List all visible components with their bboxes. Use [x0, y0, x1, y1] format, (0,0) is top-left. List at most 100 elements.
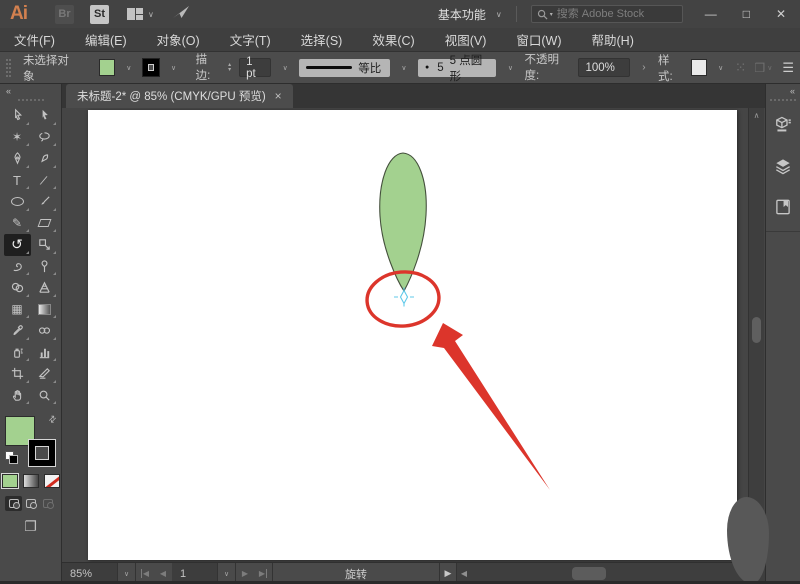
document-tab[interactable]: 未标题-2* @ 85% (CMYK/GPU 预览) × — [66, 84, 293, 108]
chevron-down-icon[interactable]: ∨ — [148, 10, 154, 19]
symbol-sprayer-tool[interactable] — [4, 342, 31, 364]
opacity-panel-link[interactable]: 不透明度: — [524, 51, 570, 85]
menu-type[interactable]: 文字(T) — [230, 30, 271, 49]
column-graph-tool[interactable] — [31, 342, 58, 364]
minimize-button[interactable]: — — [705, 7, 717, 21]
vertical-scroll-thumb[interactable] — [752, 317, 761, 343]
opacity-chevron-icon[interactable]: › — [638, 58, 650, 77]
menu-object[interactable]: 对象(O) — [157, 30, 200, 49]
eraser-tool[interactable] — [31, 213, 58, 235]
paintbrush-tool[interactable] — [31, 191, 58, 213]
gpu-performance-icon[interactable] — [172, 5, 190, 24]
stock-icon[interactable]: St — [90, 5, 109, 24]
gradient-mode-button[interactable] — [23, 474, 39, 488]
menu-window[interactable]: 窗口(W) — [516, 30, 561, 49]
close-button[interactable]: ✕ — [776, 7, 786, 21]
opacity-field[interactable]: 100% — [578, 58, 629, 77]
document-tab-title: 未标题-2* @ 85% (CMYK/GPU 预览) — [77, 88, 266, 104]
workspace-label: 基本功能 — [438, 6, 486, 23]
shaper-pencil-tool[interactable]: ✎ — [4, 213, 31, 235]
line-segment-tool[interactable]: ∕ — [31, 170, 58, 192]
tools-drag-handle[interactable] — [18, 99, 44, 102]
search-input[interactable] — [557, 8, 667, 20]
vertical-scrollbar[interactable]: ∧ — [748, 108, 764, 562]
stroke-color-swatch[interactable] — [143, 59, 160, 76]
screen-mode-icon[interactable]: ❐ — [24, 518, 37, 535]
menu-effect[interactable]: 效果(C) — [372, 30, 414, 49]
drag-handle-icon[interactable] — [6, 59, 11, 77]
menu-help[interactable]: 帮助(H) — [592, 30, 634, 49]
scroll-up-icon[interactable]: ∧ — [749, 108, 764, 122]
perspective-grid-tool[interactable] — [31, 277, 58, 299]
gradient-tool[interactable] — [31, 299, 58, 321]
style-chevron-icon[interactable]: ∨ — [715, 58, 727, 77]
default-fill-stroke-icon[interactable] — [5, 451, 14, 460]
magic-wand-tool[interactable]: ✶ — [4, 127, 31, 149]
artboard[interactable] — [88, 110, 737, 560]
drawing-mode-buttons — [5, 496, 56, 511]
stock-search-box[interactable]: ▾ — [531, 5, 683, 23]
menu-edit[interactable]: 编辑(E) — [85, 30, 127, 49]
selection-tool[interactable] — [4, 105, 31, 127]
width-swirl-tool[interactable] — [4, 256, 31, 278]
dock-drag-handle[interactable] — [770, 99, 796, 102]
draw-behind-button[interactable] — [22, 496, 39, 511]
zoom-tool[interactable] — [31, 385, 58, 407]
bridge-icon[interactable]: Br — [55, 5, 74, 24]
workspace-switcher[interactable]: 基本功能 ∨ — [438, 6, 502, 23]
puppet-warp-tool[interactable] — [31, 256, 58, 278]
dock-expand-icon[interactable]: « — [766, 84, 800, 97]
menu-select[interactable]: 选择(S) — [301, 30, 343, 49]
panel-menu-icon[interactable]: ☰ — [782, 60, 794, 76]
eyedropper-tool[interactable] — [4, 320, 31, 342]
maximize-button[interactable]: □ — [743, 7, 750, 21]
scale-tool[interactable] — [31, 234, 58, 256]
rotate-tool[interactable]: ↺ — [4, 234, 31, 256]
menu-view[interactable]: 视图(V) — [445, 30, 487, 49]
color-mode-button[interactable] — [2, 474, 18, 488]
slice-tool[interactable] — [31, 363, 58, 385]
tab-close-icon[interactable]: × — [275, 89, 282, 103]
arrange-documents-icon[interactable] — [127, 8, 144, 21]
layers-panel-icon[interactable] — [771, 154, 795, 178]
brush-chevron-icon[interactable]: ∨ — [504, 58, 516, 77]
hand-tool[interactable] — [4, 385, 31, 407]
draw-normal-button[interactable] — [5, 496, 22, 511]
artboard-tool[interactable] — [4, 363, 31, 385]
pen-tool[interactable] — [4, 148, 31, 170]
fill-color-swatch[interactable] — [99, 59, 115, 76]
swap-fill-stroke-icon[interactable]: ⇄ — [46, 413, 59, 426]
cube-panel-icon[interactable] — [771, 113, 795, 137]
tools-collapse-icon[interactable]: « — [0, 84, 61, 97]
book-panel-icon[interactable] — [771, 195, 795, 219]
canvas-area[interactable]: ∧ — [62, 108, 765, 562]
type-tool[interactable]: T — [4, 170, 31, 192]
stroke-width-chevron-icon[interactable]: ∨ — [279, 58, 291, 77]
brush-dropdown[interactable]: ●55 点圆形 — [418, 59, 496, 77]
panel-dock: « — [765, 84, 800, 584]
shape-builder-tool[interactable] — [4, 277, 31, 299]
document-setup-icon: ❒∨ — [754, 61, 772, 75]
stroke-width-field[interactable]: 1 pt — [239, 58, 271, 77]
menu-file[interactable]: 文件(F) — [14, 30, 55, 49]
blend-tool[interactable] — [31, 320, 58, 342]
stroke-swatch[interactable] — [29, 440, 55, 466]
width-profile-dropdown[interactable]: 等比 — [299, 59, 390, 77]
stroke-chevron-icon[interactable]: ∨ — [167, 58, 179, 77]
ellipse-tool[interactable] — [4, 191, 31, 213]
style-swatch[interactable] — [691, 59, 707, 76]
lasso-tool[interactable] — [31, 127, 58, 149]
stroke-width-stepper[interactable]: ▴▾ — [228, 63, 231, 73]
style-label: 样式: — [658, 52, 683, 84]
draw-inside-button[interactable] — [39, 496, 56, 511]
stroke-panel-link[interactable]: 描边: — [196, 51, 221, 85]
illustrator-logo-icon: Ai — [10, 3, 27, 25]
direct-selection-tool[interactable] — [31, 105, 58, 127]
curvature-tool[interactable] — [31, 148, 58, 170]
none-mode-button[interactable] — [44, 474, 60, 488]
profile-chevron-icon[interactable]: ∨ — [398, 58, 410, 77]
horizontal-scroll-thumb[interactable] — [572, 567, 606, 580]
scroll-left-icon[interactable]: ◀ — [457, 569, 471, 578]
fill-chevron-icon[interactable]: ∨ — [123, 58, 135, 77]
mesh-tool[interactable]: ▦ — [4, 299, 31, 321]
